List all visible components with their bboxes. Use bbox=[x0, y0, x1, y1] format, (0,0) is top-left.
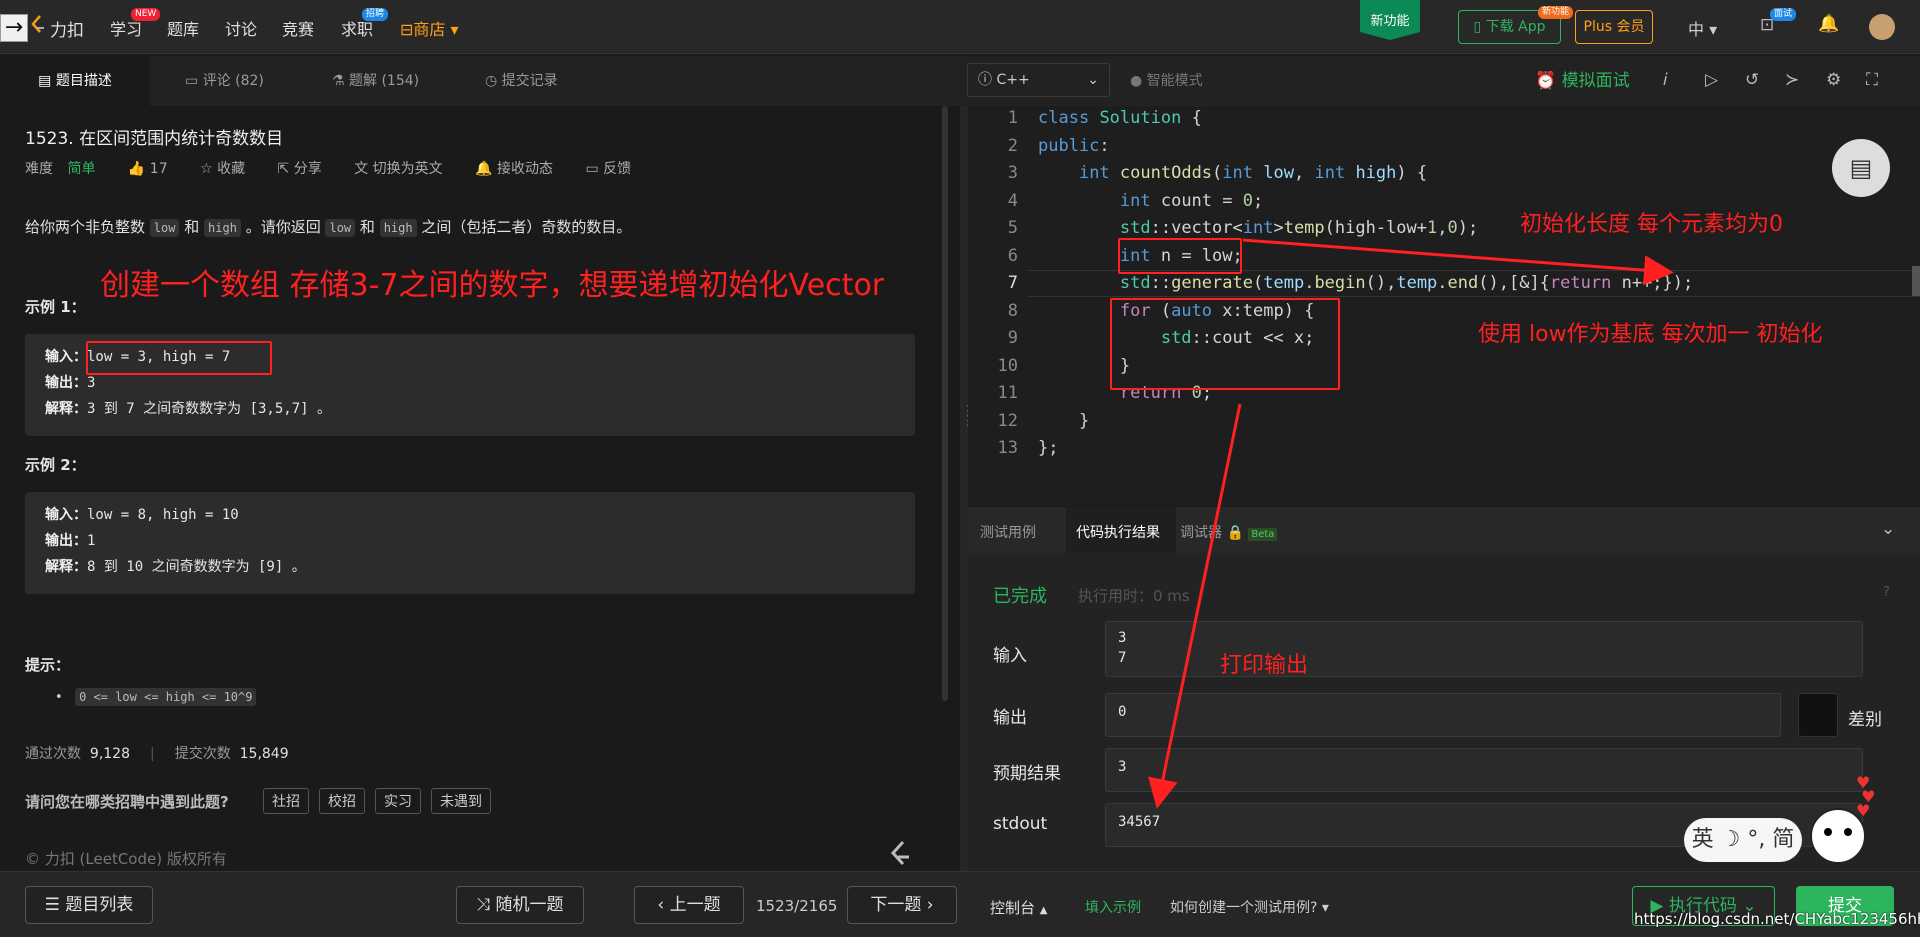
prev-problem-label: 上一题 bbox=[669, 895, 721, 915]
shuffle-icon: ⤨ bbox=[476, 895, 491, 915]
fill-example-link[interactable]: 填入示例 bbox=[1085, 897, 1141, 917]
random-problem-button[interactable]: ⤨ 随机一题 bbox=[456, 886, 584, 924]
arrow-init bbox=[1242, 238, 1674, 286]
list-icon: ☰ bbox=[44, 895, 60, 915]
page-indicator: 1523/2165 bbox=[756, 897, 838, 915]
console-toggle-label: 控制台 bbox=[990, 899, 1036, 917]
annotation-arrows bbox=[1148, 238, 1674, 809]
how-create-test-label: 如何创建一个测试用例? bbox=[1170, 900, 1318, 916]
console-toggle[interactable]: 控制台 ▲ bbox=[990, 897, 1048, 918]
prev-problem-button[interactable]: ‹ 上一题 bbox=[634, 886, 744, 924]
arrow-print bbox=[1148, 403, 1242, 809]
watermark: https://blog.csdn.net/CHYabc123456hh bbox=[1634, 910, 1920, 928]
chevron-left-icon: ‹ bbox=[657, 895, 665, 915]
heart-icon: ♥ ♥ ♥ bbox=[1856, 773, 1876, 820]
problem-list-label: 题目列表 bbox=[65, 895, 134, 915]
next-problem-button[interactable]: 下一题 › bbox=[847, 886, 957, 924]
next-problem-label: 下一题 bbox=[870, 895, 922, 915]
bottom-bar: ☰ 题目列表 ⤨ 随机一题 ‹ 上一题 1523/2165 下一题 › 控制台 … bbox=[0, 871, 1920, 937]
ime-widget[interactable]: 英 ☽ °, 简 bbox=[1684, 818, 1802, 862]
caret-up-icon: ▲ bbox=[1039, 905, 1048, 916]
random-problem-label: 随机一题 bbox=[495, 895, 564, 915]
problem-list-button[interactable]: ☰ 题目列表 bbox=[25, 886, 153, 924]
chevron-right-icon: › bbox=[926, 895, 934, 915]
how-create-test-link[interactable]: 如何创建一个测试用例? ▾ bbox=[1170, 897, 1329, 917]
